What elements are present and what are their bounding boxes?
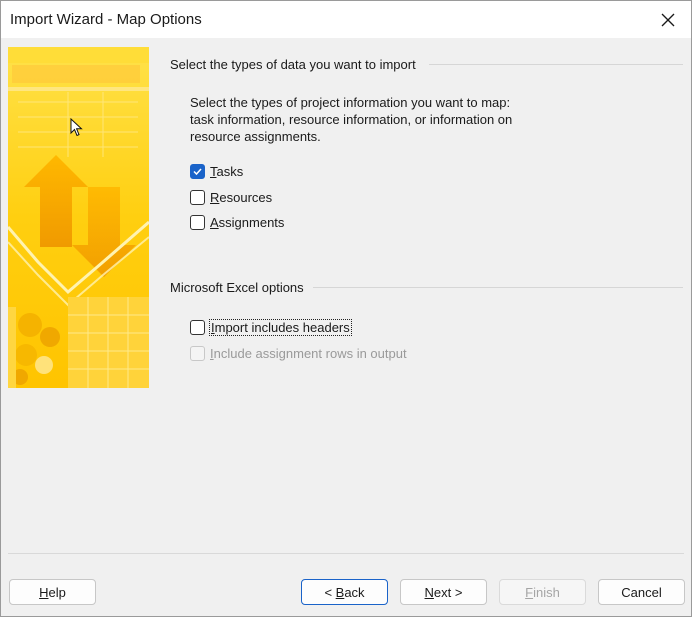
assignments-checkbox[interactable]: Assignments	[190, 213, 284, 231]
section-header-excel-options: Microsoft Excel options	[170, 279, 304, 295]
checkbox-box[interactable]	[190, 214, 205, 230]
description-line: task information, resource information, …	[190, 112, 513, 127]
checkbox-box[interactable]	[190, 319, 205, 335]
close-icon	[661, 13, 675, 26]
checkmark-icon	[193, 167, 202, 175]
close-button[interactable]	[645, 1, 691, 38]
mouse-pointer-icon	[70, 118, 83, 137]
import-includes-headers-label: Import includes headers	[209, 318, 352, 336]
finish-button[interactable]: Finish	[499, 579, 586, 605]
window-title: Import Wizard - Map Options	[10, 11, 202, 28]
help-button[interactable]: Help	[9, 579, 96, 605]
section-divider-excel-options	[313, 287, 683, 288]
wizard-banner-image	[8, 47, 149, 388]
checkbox-box[interactable]	[190, 345, 205, 361]
import-includes-headers-checkbox[interactable]: Import includes headers	[190, 318, 352, 336]
section-header-data-types: Select the types of data you want to imp…	[170, 56, 416, 72]
back-button[interactable]: < Back	[301, 579, 388, 605]
assignments-label: Assignments	[210, 214, 285, 230]
description-line: Select the types of project information …	[190, 95, 511, 110]
tasks-checkbox[interactable]: Tasks	[190, 162, 243, 180]
checkbox-box[interactable]	[190, 189, 205, 205]
import-wizard-dialog: Import Wizard - Map Options Select the t…	[0, 0, 692, 617]
cancel-button[interactable]: Cancel	[598, 579, 685, 605]
resources-label: Resources	[210, 189, 273, 205]
footer-divider	[8, 553, 684, 554]
checkbox-box[interactable]	[190, 163, 205, 179]
include-assignment-rows-checkbox[interactable]: Include assignment rows in output	[190, 344, 407, 362]
title-bar: Import Wizard - Map Options	[1, 1, 691, 38]
section-divider-data-types	[429, 64, 683, 65]
description-line: resource assignments.	[190, 129, 321, 144]
tasks-label: Tasks	[210, 163, 244, 179]
include-assignment-rows-label: Include assignment rows in output	[210, 345, 407, 361]
next-button[interactable]: Next >	[400, 579, 487, 605]
resources-checkbox[interactable]: Resources	[190, 188, 272, 206]
data-types-description: Select the types of project information …	[190, 94, 550, 145]
